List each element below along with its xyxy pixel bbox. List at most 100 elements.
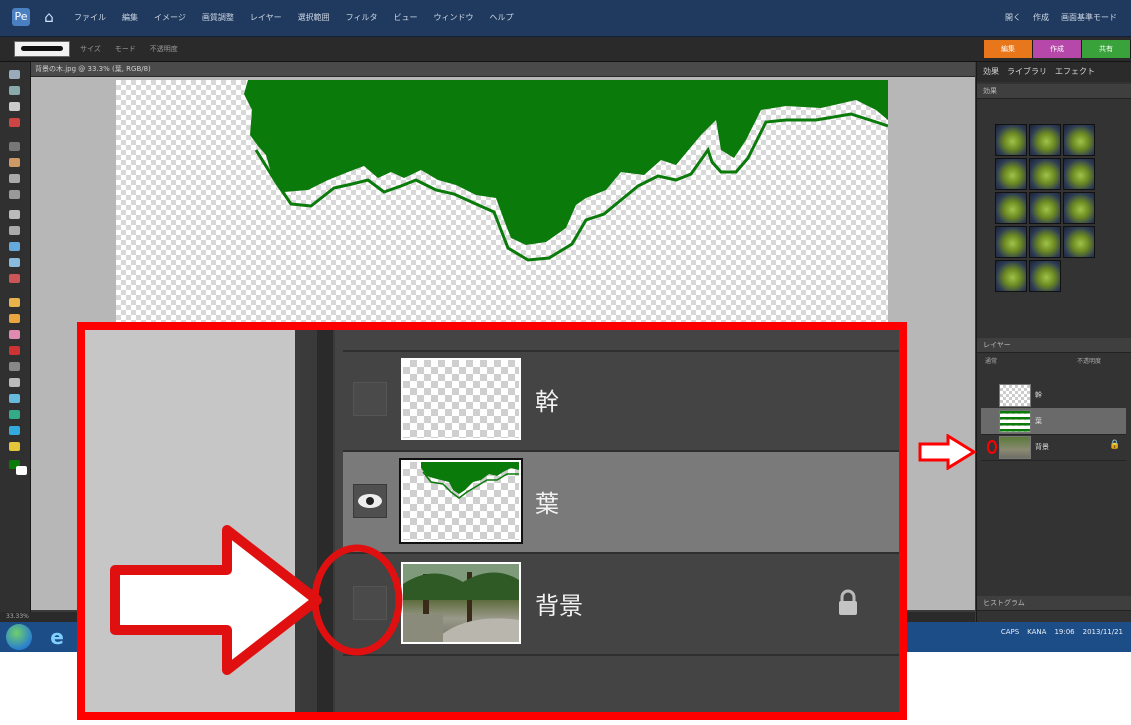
workspace-mode[interactable]: 画面基準モード xyxy=(1061,12,1117,23)
layers-section-label: レイヤー xyxy=(983,341,1011,349)
eraser-tool-icon[interactable] xyxy=(9,330,20,339)
tab-effects[interactable]: 効果 xyxy=(983,62,999,82)
small-arrow-icon xyxy=(918,434,977,470)
tab-share[interactable]: 共有 xyxy=(1082,40,1131,58)
histogram-section-label: ヒストグラム xyxy=(983,599,1025,607)
gradient-tool-icon[interactable] xyxy=(9,362,20,371)
effects-section-header[interactable]: 効果 xyxy=(977,84,1131,99)
home-icon[interactable]: ⌂ xyxy=(40,8,58,26)
toolbox xyxy=(0,62,31,612)
tray-kana: KANA xyxy=(1027,628,1047,636)
lock-icon: 🔒 xyxy=(1109,440,1121,450)
effect-thumb[interactable] xyxy=(1029,260,1061,292)
menu-enhance[interactable]: 画質調整 xyxy=(202,12,234,23)
layer-thumbnail xyxy=(399,458,523,544)
effect-thumb[interactable] xyxy=(995,124,1027,156)
layer-name: 背景 xyxy=(1035,443,1049,451)
option-mode[interactable]: モード xyxy=(115,44,136,54)
callout-layer-leaves[interactable]: 葉 xyxy=(343,452,899,554)
menu-list: ファイル 編集 イメージ 画質調整 レイヤー 選択範囲 フィルタ ビュー ウィン… xyxy=(74,12,513,23)
menu-view[interactable]: ビュー xyxy=(393,12,417,23)
effect-thumb[interactable] xyxy=(1029,192,1061,224)
layers-section-header[interactable]: レイヤー xyxy=(977,338,1131,353)
layer-thumbnail xyxy=(999,384,1031,407)
menu-image[interactable]: イメージ xyxy=(154,12,186,23)
effect-thumb[interactable] xyxy=(1063,226,1095,258)
menu-edit[interactable]: 編集 xyxy=(122,12,138,23)
tab-filter-effects[interactable]: エフェクト xyxy=(1055,62,1095,82)
red-eye-tool-icon[interactable] xyxy=(9,274,20,283)
zoom-tool-icon[interactable] xyxy=(9,86,20,95)
clone-stamp-tool-icon[interactable] xyxy=(9,426,20,435)
menu-help[interactable]: ヘルプ xyxy=(489,12,513,23)
cookie-cutter-tool-icon[interactable] xyxy=(9,242,20,251)
crop-tool-icon[interactable] xyxy=(9,226,20,235)
effect-thumb[interactable] xyxy=(1029,226,1061,258)
layer-row-leaves[interactable]: 葉 xyxy=(981,408,1126,435)
menu-layer[interactable]: レイヤー xyxy=(250,12,282,23)
tab-library[interactable]: ライブラリ xyxy=(1007,62,1047,82)
effect-thumb[interactable] xyxy=(995,226,1027,258)
opacity-label[interactable]: 不透明度 xyxy=(1077,356,1101,365)
paint-bucket-tool-icon[interactable] xyxy=(9,346,20,355)
visibility-toggle[interactable] xyxy=(353,382,387,416)
effect-thumb[interactable] xyxy=(995,158,1027,190)
magic-wand-tool-icon[interactable] xyxy=(9,174,20,183)
app-logo-icon[interactable]: Pe xyxy=(12,8,30,26)
create-button[interactable]: 作成 xyxy=(1033,12,1049,23)
effect-thumb[interactable] xyxy=(1063,158,1095,190)
layer-row-trunk[interactable]: 幹 xyxy=(981,382,1126,409)
document-tab[interactable]: 背景の木.jpg @ 33.3% (葉, RGB/8) xyxy=(31,62,975,77)
blur-tool-icon[interactable] xyxy=(9,394,20,403)
background-color-swatch[interactable] xyxy=(16,466,27,475)
quick-selection-tool-icon[interactable] xyxy=(9,190,20,199)
effect-thumb[interactable] xyxy=(1029,124,1061,156)
effect-thumb[interactable] xyxy=(995,192,1027,224)
text-tool-icon[interactable] xyxy=(9,210,20,219)
spot-healing-tool-icon[interactable] xyxy=(9,442,20,451)
start-button[interactable] xyxy=(6,624,32,650)
effect-thumb[interactable] xyxy=(1029,158,1061,190)
menu-bar: Pe ⌂ ファイル 編集 イメージ 画質調整 レイヤー 選択範囲 フィルタ ビュ… xyxy=(0,0,1131,37)
internet-explorer-icon[interactable]: e xyxy=(44,625,70,649)
effect-thumb[interactable] xyxy=(1063,192,1095,224)
brush-tool-icon[interactable] xyxy=(9,298,20,307)
menu-window[interactable]: ウィンドウ xyxy=(433,12,473,23)
lasso-tool-icon[interactable] xyxy=(9,158,20,167)
sponge-tool-icon[interactable] xyxy=(9,410,20,419)
histogram-section-header[interactable]: ヒストグラム xyxy=(977,596,1131,611)
leaves-thumbnail-art xyxy=(421,462,519,499)
effect-thumb[interactable] xyxy=(995,260,1027,292)
layer-name: 葉 xyxy=(535,490,559,518)
blend-mode-select[interactable]: 通常 xyxy=(985,356,997,365)
open-button[interactable]: 開く xyxy=(1005,12,1021,23)
menu-select[interactable]: 選択範囲 xyxy=(298,12,330,23)
effects-grid xyxy=(995,124,1119,292)
pencil-tool-icon[interactable] xyxy=(9,314,20,323)
move-tool-icon[interactable] xyxy=(9,70,20,79)
visibility-eye-icon xyxy=(358,494,382,508)
tab-edit[interactable]: 編集 xyxy=(984,40,1033,58)
layer-thumbnail xyxy=(999,436,1031,459)
tray-time[interactable]: 19:06 xyxy=(1054,628,1074,636)
layer-row-background[interactable]: 背景 🔒 xyxy=(981,434,1126,461)
tab-create[interactable]: 作成 xyxy=(1033,40,1082,58)
tray-date[interactable]: 2013/11/21 xyxy=(1083,628,1123,636)
effect-thumb[interactable] xyxy=(1063,124,1095,156)
shape-tool-icon[interactable] xyxy=(9,378,20,387)
callout-layer-trunk[interactable]: 幹 xyxy=(343,350,899,452)
tray-caps: CAPS xyxy=(1000,628,1020,636)
circle-highlight xyxy=(987,440,997,454)
marquee-tool-icon[interactable] xyxy=(9,142,20,151)
straighten-tool-icon[interactable] xyxy=(9,258,20,267)
option-size[interactable]: サイズ xyxy=(80,44,101,54)
system-tray: CAPS KANA 19:06 2013/11/21 xyxy=(1001,628,1123,636)
eyedropper-tool-icon[interactable] xyxy=(9,118,20,127)
brush-preset-icon[interactable] xyxy=(14,41,70,57)
hand-tool-icon[interactable] xyxy=(9,102,20,111)
callout-layer-background[interactable]: 背景 xyxy=(343,554,899,656)
visibility-toggle[interactable] xyxy=(353,484,387,518)
option-opacity[interactable]: 不透明度 xyxy=(150,44,178,54)
menu-file[interactable]: ファイル xyxy=(74,12,106,23)
menu-filter[interactable]: フィルタ xyxy=(346,12,378,23)
